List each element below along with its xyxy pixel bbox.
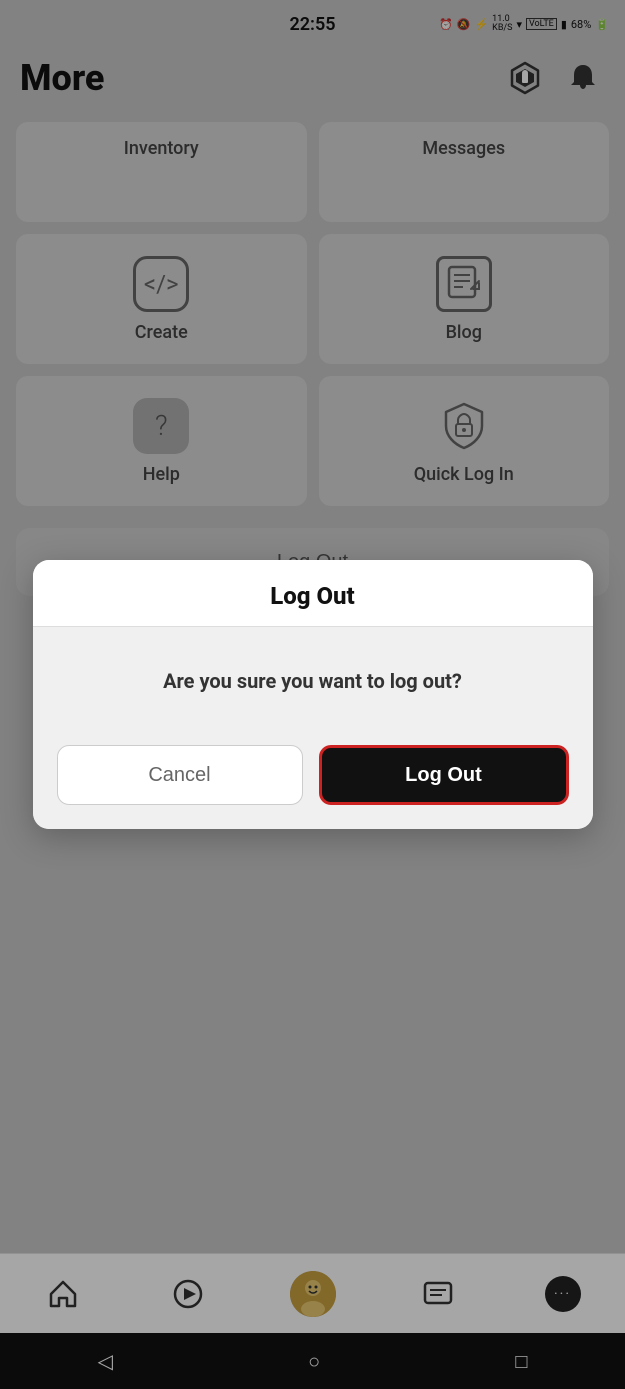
modal-title: Log Out [270,582,355,610]
confirm-logout-button[interactable]: Log Out [319,745,569,805]
cancel-button[interactable]: Cancel [57,745,303,805]
modal-message: Are you sure you want to log out? [163,669,462,693]
modal-body: Are you sure you want to log out? [33,627,593,725]
logout-modal: Log Out Are you sure you want to log out… [33,560,593,829]
modal-overlay: Log Out Are you sure you want to log out… [0,0,625,1389]
modal-header: Log Out [33,560,593,627]
modal-actions: Cancel Log Out [33,725,593,829]
